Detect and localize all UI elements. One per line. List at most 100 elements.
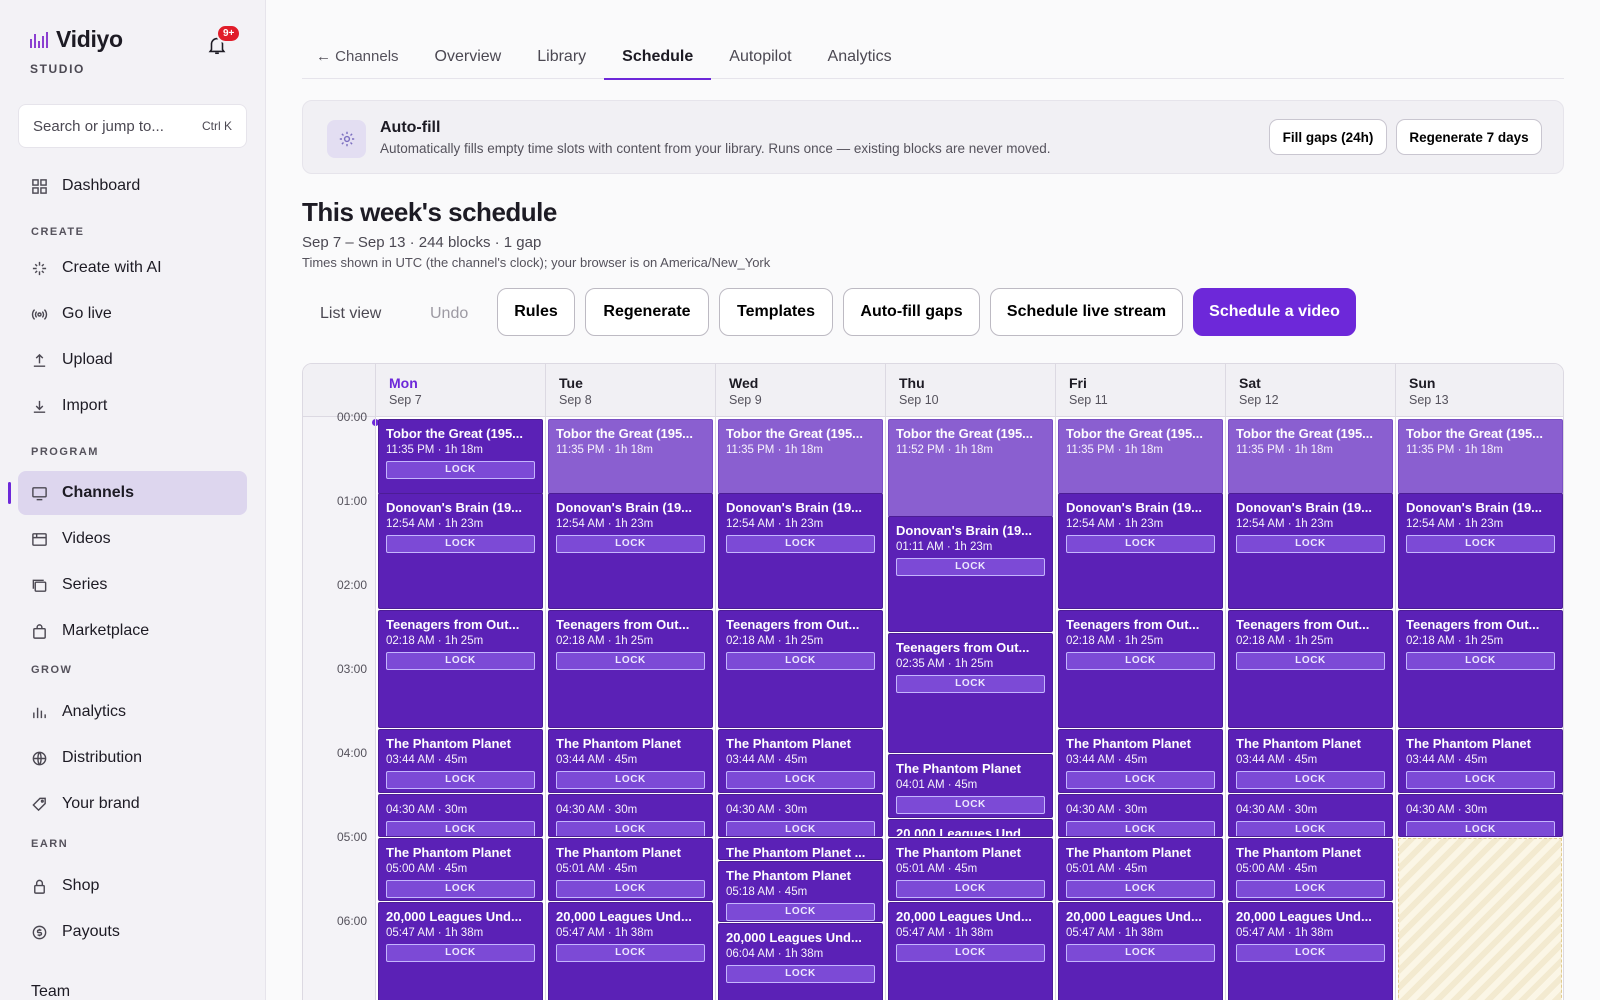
schedule-block[interactable]: Teenagers from Out... 02:18 AM · 1h 25m LO… <box>1398 610 1563 728</box>
schedule-block[interactable]: 04:30 AM · 30m LOCK <box>1058 794 1223 837</box>
rules-button[interactable]: Rules <box>497 288 575 336</box>
lock-button[interactable]: LOCK <box>1236 535 1385 553</box>
lock-button[interactable]: LOCK <box>1236 944 1385 962</box>
undo-button[interactable]: Undo <box>430 305 468 323</box>
sidebar-item-your-brand[interactable]: Your brand <box>18 782 247 826</box>
schedule-block[interactable]: Donovan's Brain (19... 12:54 AM · 1h 23m L… <box>1228 493 1393 609</box>
schedule-block[interactable]: 20,000 Leagues Und... 05:47 AM · 1h 38m LO… <box>378 902 543 1000</box>
schedule-block[interactable]: The Phantom Planet 03:44 AM · 45m LOCK <box>1398 729 1563 793</box>
sidebar-item-payouts[interactable]: Payouts <box>18 910 247 954</box>
schedule-block[interactable]: 04:30 AM · 30m LOCK <box>1228 794 1393 837</box>
schedule-block[interactable]: 20,000 Leagues Und... 05:47 AM · 1h 38m LO… <box>1058 902 1223 1000</box>
schedule-block[interactable]: 20,000 Leagues Und... 06:04 AM · 1h 38m LO… <box>718 923 883 1000</box>
schedule-block[interactable]: Tobor the Great (195... 11:35 PM · 1h 18m… <box>378 419 543 494</box>
schedule-block[interactable]: The Phantom Planet 04:01 AM · 45m LOCK <box>888 754 1053 818</box>
lock-button[interactable]: LOCK <box>1066 771 1215 789</box>
schedule-block[interactable]: Donovan's Brain (19... 12:54 AM · 1h 23m L… <box>1058 493 1223 609</box>
lock-button[interactable]: LOCK <box>556 944 705 962</box>
schedule-block[interactable]: Tobor the Great (195... 11:35 PM · 1h 18m <box>1398 419 1563 494</box>
schedule-block[interactable]: The Phantom Planet 05:01 AM · 45m LOCK <box>888 838 1053 901</box>
empty-gap-slot[interactable] <box>1398 838 1562 1000</box>
lock-button[interactable]: LOCK <box>386 771 535 789</box>
schedule-block[interactable]: 20,000 Leagues Und... 05:47 AM · 1h 38m LO… <box>548 902 713 1000</box>
lock-button[interactable]: LOCK <box>1406 821 1555 836</box>
lock-button[interactable]: LOCK <box>1066 880 1215 898</box>
lock-button[interactable]: LOCK <box>1406 535 1555 553</box>
schedule-block[interactable]: Donovan's Brain (19... 12:54 AM · 1h 23m L… <box>1398 493 1563 609</box>
schedule-live-stream-button[interactable]: Schedule live stream <box>990 288 1183 336</box>
lock-button[interactable]: LOCK <box>726 652 875 670</box>
sidebar-item-series[interactable]: Series <box>18 563 247 607</box>
schedule-block[interactable]: Teenagers from Out... 02:18 AM · 1h 25m LO… <box>378 610 543 728</box>
lock-button[interactable]: LOCK <box>386 821 535 836</box>
schedule-block[interactable]: The Phantom Planet 05:01 AM · 45m LOCK <box>548 838 713 901</box>
regenerate-7-days-button[interactable]: Regenerate 7 days <box>1396 119 1542 155</box>
sidebar-item-shop[interactable]: Shop <box>18 864 247 908</box>
lock-button[interactable]: LOCK <box>896 675 1045 693</box>
tab-library[interactable]: Library <box>519 38 604 79</box>
schedule-block[interactable]: Teenagers from Out... 02:18 AM · 1h 25m LO… <box>718 610 883 728</box>
schedule-block[interactable]: Donovan's Brain (19... 12:54 AM · 1h 23m L… <box>718 493 883 609</box>
tab-analytics[interactable]: Analytics <box>810 38 910 79</box>
sidebar-item-channels[interactable]: Channels <box>18 471 247 515</box>
lock-button[interactable]: LOCK <box>896 558 1045 576</box>
schedule-video-button[interactable]: Schedule a video <box>1193 288 1356 336</box>
brand[interactable]: Vidiyo STUDIO <box>30 26 123 76</box>
sidebar-item-upload[interactable]: Upload <box>18 338 247 382</box>
schedule-block[interactable]: The Phantom Planet 05:18 AM · 45m LOCK <box>718 861 883 922</box>
schedule-block[interactable]: Tobor the Great (195... 11:35 PM · 1h 18m <box>1228 419 1393 494</box>
lock-button[interactable]: LOCK <box>1236 652 1385 670</box>
schedule-block[interactable]: 04:30 AM · 30m LOCK <box>718 794 883 837</box>
schedule-block[interactable]: Donovan's Brain (19... 12:54 AM · 1h 23m L… <box>378 493 543 609</box>
lock-button[interactable]: LOCK <box>556 821 705 836</box>
schedule-block[interactable]: The Phantom Planet 03:44 AM · 45m LOCK <box>718 729 883 793</box>
lock-button[interactable]: LOCK <box>1236 880 1385 898</box>
lock-button[interactable]: LOCK <box>556 652 705 670</box>
search-input[interactable]: Search or jump to... Ctrl K <box>18 104 247 148</box>
lock-button[interactable]: LOCK <box>1066 944 1215 962</box>
lock-button[interactable]: LOCK <box>726 903 875 921</box>
lock-button[interactable]: LOCK <box>1066 535 1215 553</box>
lock-button[interactable]: LOCK <box>1066 821 1215 836</box>
schedule-block[interactable]: Tobor the Great (195... 11:35 PM · 1h 18m <box>548 419 713 494</box>
schedule-block[interactable]: The Phantom Planet 03:44 AM · 45m LOCK <box>1058 729 1223 793</box>
schedule-block[interactable]: The Phantom Planet ... <box>718 838 883 860</box>
lock-button[interactable]: LOCK <box>726 771 875 789</box>
lock-button[interactable]: LOCK <box>896 880 1045 898</box>
sidebar-item-import[interactable]: Import <box>18 384 247 428</box>
schedule-block[interactable]: Teenagers from Out... 02:18 AM · 1h 25m LO… <box>548 610 713 728</box>
lock-button[interactable]: LOCK <box>556 535 705 553</box>
schedule-block[interactable]: 04:30 AM · 30m LOCK <box>378 794 543 837</box>
sidebar-item-dashboard[interactable]: Dashboard <box>18 164 247 208</box>
schedule-block[interactable]: The Phantom Planet 05:00 AM · 45m LOCK <box>378 838 543 901</box>
lock-button[interactable]: LOCK <box>1236 771 1385 789</box>
schedule-block[interactable]: The Phantom Planet 05:01 AM · 45m LOCK <box>1058 838 1223 901</box>
lock-button[interactable]: LOCK <box>1406 771 1555 789</box>
schedule-block[interactable]: 20,000 Leagues Und <box>888 819 1053 837</box>
lock-button[interactable]: LOCK <box>556 880 705 898</box>
templates-button[interactable]: Templates <box>719 288 833 336</box>
sidebar-item-go-live[interactable]: Go live <box>18 292 247 336</box>
sidebar-item-create-with-ai[interactable]: Create with AI <box>18 246 247 290</box>
schedule-block[interactable]: Tobor the Great (195... 11:52 PM · 1h 18m <box>888 419 1053 517</box>
tab-schedule[interactable]: Schedule <box>604 38 712 80</box>
schedule-block[interactable]: 04:30 AM · 30m LOCK <box>548 794 713 837</box>
lock-button[interactable]: LOCK <box>726 821 875 836</box>
schedule-block[interactable]: Tobor the Great (195... 11:35 PM · 1h 18m <box>1058 419 1223 494</box>
lock-button[interactable]: LOCK <box>386 944 535 962</box>
schedule-block[interactable]: Tobor the Great (195... 11:35 PM · 1h 18m <box>718 419 883 494</box>
schedule-block[interactable]: 20,000 Leagues Und... 05:47 AM · 1h 38m LO… <box>1228 902 1393 1000</box>
schedule-block[interactable]: The Phantom Planet 05:00 AM · 45m LOCK <box>1228 838 1393 901</box>
autofill-gaps-button[interactable]: Auto-fill gaps <box>843 288 980 336</box>
schedule-block[interactable]: 20,000 Leagues Und... 05:47 AM · 1h 38m LO… <box>888 902 1053 1000</box>
sidebar-item-videos[interactable]: Videos <box>18 517 247 561</box>
schedule-block[interactable]: 04:30 AM · 30m LOCK <box>1398 794 1563 837</box>
schedule-block[interactable]: The Phantom Planet 03:44 AM · 45m LOCK <box>378 729 543 793</box>
lock-button[interactable]: LOCK <box>726 535 875 553</box>
lock-button[interactable]: LOCK <box>1236 821 1385 836</box>
schedule-block[interactable]: Donovan's Brain (19... 01:11 AM · 1h 23m L… <box>888 516 1053 632</box>
schedule-block[interactable]: Donovan's Brain (19... 12:54 AM · 1h 23m L… <box>548 493 713 609</box>
schedule-block[interactable]: The Phantom Planet 03:44 AM · 45m LOCK <box>548 729 713 793</box>
tab-overview[interactable]: Overview <box>417 38 520 79</box>
lock-button[interactable]: LOCK <box>726 965 875 983</box>
